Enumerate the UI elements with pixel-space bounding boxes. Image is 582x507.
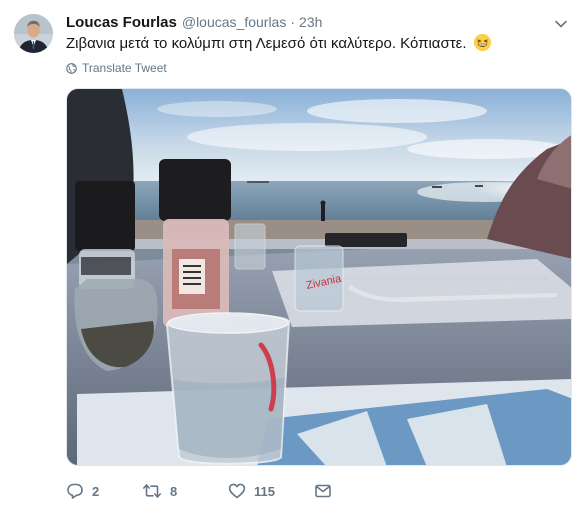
reply-button[interactable]: 2 xyxy=(66,482,142,500)
tweet-photo[interactable]: Zivania xyxy=(66,88,572,466)
like-button[interactable]: 115 xyxy=(228,482,314,500)
tweet-text: Ζιβανια μετά το κολύμπι στη Λεμεσό ότι κ… xyxy=(66,34,566,54)
translate-tweet-link[interactable]: Translate Tweet xyxy=(66,61,167,75)
reply-count: 2 xyxy=(92,483,100,499)
direct-message-button[interactable] xyxy=(314,482,344,500)
chevron-down-icon[interactable] xyxy=(553,16,569,32)
tweet-text-content: Ζιβανια μετά το κολύμπι στη Λεμεσό ότι κ… xyxy=(66,35,467,52)
author-name[interactable]: Loucas Fourlas xyxy=(66,14,177,31)
retweet-icon xyxy=(143,484,161,498)
grinning-squinting-face-icon xyxy=(473,34,491,51)
like-count: 115 xyxy=(254,483,275,499)
reply-icon xyxy=(67,483,83,499)
avatar[interactable] xyxy=(14,14,53,53)
tweet-card[interactable]: Loucas Fourlas @loucas_fourlas · 23h Ζιβ… xyxy=(0,0,582,507)
translate-label: Translate Tweet xyxy=(82,61,167,75)
retweet-count: 8 xyxy=(170,483,178,499)
author-handle[interactable]: @loucas_fourlas xyxy=(182,14,287,30)
tweet-actions: 2 8 115 xyxy=(66,480,344,502)
timestamp[interactable]: 23h xyxy=(299,14,322,30)
heart-icon xyxy=(228,483,246,499)
retweet-button[interactable]: 8 xyxy=(142,482,228,500)
tweet-header: Loucas Fourlas @loucas_fourlas · 23h xyxy=(66,14,322,34)
separator: · xyxy=(290,14,296,30)
envelope-icon xyxy=(315,484,331,498)
globe-icon xyxy=(66,62,77,74)
